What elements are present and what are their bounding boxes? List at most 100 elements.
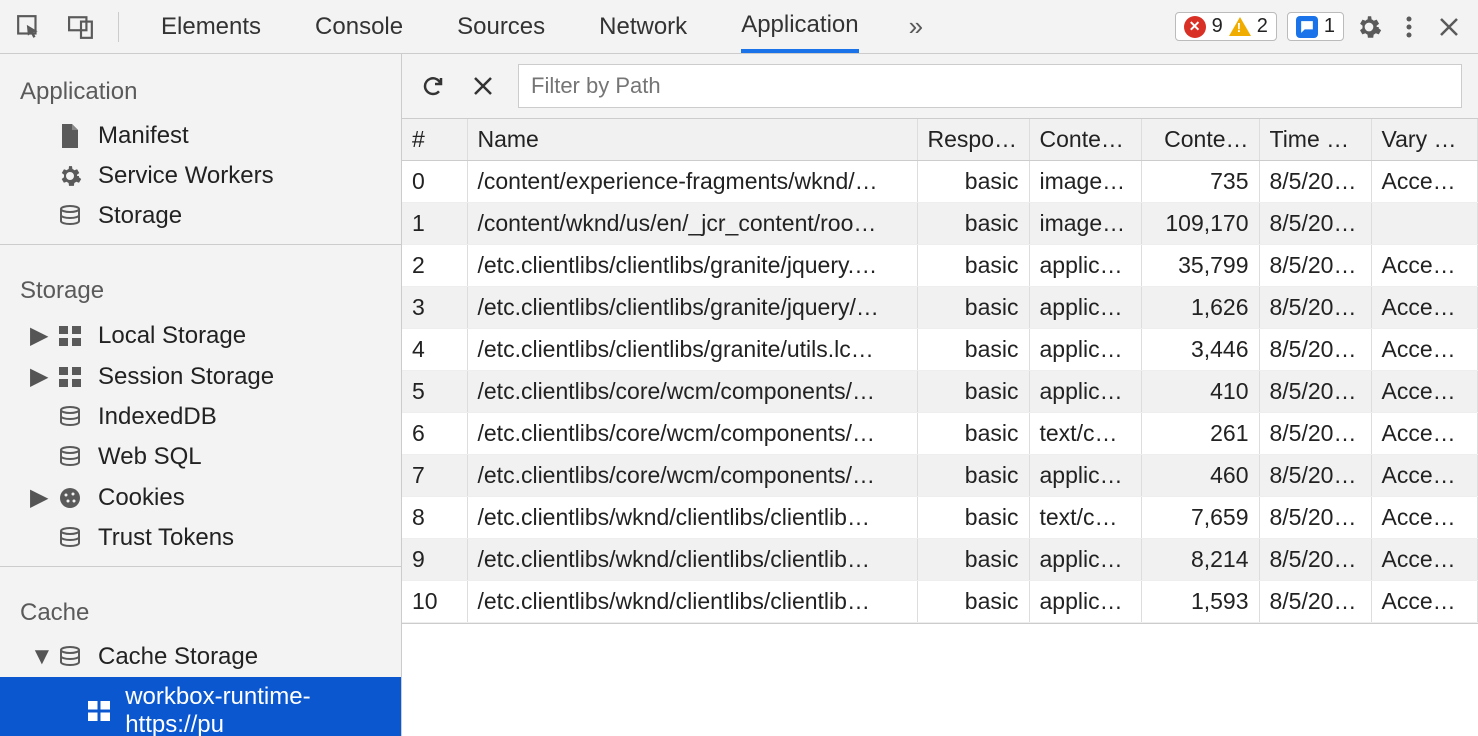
table-row[interactable]: 4/etc.clientlibs/clientlibs/granite/util… <box>402 329 1478 371</box>
cell-time: 8/5/20… <box>1259 329 1371 371</box>
sidebar-label: Cache Storage <box>98 643 258 671</box>
cell-content-length: 3,446 <box>1141 329 1259 371</box>
sidebar-label: Trust Tokens <box>98 524 234 552</box>
collapse-arrow-icon[interactable]: ▼ <box>30 643 42 671</box>
settings-icon[interactable] <box>1354 12 1384 42</box>
cell-content-length: 109,170 <box>1141 203 1259 245</box>
cell-response: basic <box>917 161 1029 203</box>
cell-content-type: text/c… <box>1029 413 1141 455</box>
cell-content-type: image… <box>1029 203 1141 245</box>
tab-sources[interactable]: Sources <box>457 2 545 51</box>
more-options-icon[interactable] <box>1394 12 1424 42</box>
cell-content-length: 735 <box>1141 161 1259 203</box>
sidebar-item-cookies[interactable]: ▶ Cookies <box>0 477 401 518</box>
inspect-element-icon[interactable] <box>14 12 44 42</box>
cell-index: 5 <box>402 371 467 413</box>
col-content-length[interactable]: Conte… <box>1141 119 1259 161</box>
cell-name: /etc.clientlibs/clientlibs/granite/utils… <box>467 329 917 371</box>
sidebar-label: Manifest <box>98 122 189 150</box>
sidebar-label: Local Storage <box>98 322 246 350</box>
col-response[interactable]: Respo… <box>917 119 1029 161</box>
cell-response: basic <box>917 245 1029 287</box>
col-index[interactable]: # <box>402 119 467 161</box>
cell-content-type: text/c… <box>1029 497 1141 539</box>
file-icon <box>56 124 84 148</box>
cell-name: /etc.clientlibs/core/wcm/components/… <box>467 371 917 413</box>
table-row[interactable]: 10/etc.clientlibs/wknd/clientlibs/client… <box>402 581 1478 623</box>
cell-vary: Accep… <box>1371 455 1478 497</box>
col-vary[interactable]: Vary H… <box>1371 119 1478 161</box>
cell-content-length: 1,593 <box>1141 581 1259 623</box>
cell-vary <box>1371 203 1478 245</box>
toolbar-left: Elements Console Sources Network Applica… <box>14 0 923 53</box>
table-row[interactable]: 9/etc.clientlibs/wknd/clientlibs/clientl… <box>402 539 1478 581</box>
database-icon <box>56 527 84 549</box>
table-row[interactable]: 6/etc.clientlibs/core/wcm/components/…ba… <box>402 413 1478 455</box>
cell-content-type: applic… <box>1029 329 1141 371</box>
cache-table-wrap: # Name Respo… Conte… Conte… Time … Vary … <box>402 119 1478 623</box>
cell-content-type: applic… <box>1029 245 1141 287</box>
sidebar-item-trust-tokens[interactable]: Trust Tokens <box>0 518 401 558</box>
cell-vary: Accep… <box>1371 371 1478 413</box>
cell-response: basic <box>917 371 1029 413</box>
cell-time: 8/5/20… <box>1259 497 1371 539</box>
cell-content-length: 7,659 <box>1141 497 1259 539</box>
device-toolbar-icon[interactable] <box>66 12 96 42</box>
cell-time: 8/5/20… <box>1259 245 1371 287</box>
sidebar-label: Storage <box>98 202 182 230</box>
filter-input[interactable] <box>518 64 1462 108</box>
sidebar-item-manifest[interactable]: Manifest <box>0 116 401 156</box>
cell-content-type: applic… <box>1029 581 1141 623</box>
col-name[interactable]: Name <box>467 119 917 161</box>
issues-badge[interactable]: 1 <box>1287 12 1344 41</box>
cell-time: 8/5/20… <box>1259 413 1371 455</box>
sidebar-item-local-storage[interactable]: ▶ Local Storage <box>0 315 401 356</box>
tab-elements[interactable]: Elements <box>161 2 261 51</box>
sidebar-item-websql[interactable]: Web SQL <box>0 437 401 477</box>
error-count: 9 <box>1212 15 1223 38</box>
clear-icon[interactable] <box>468 71 498 101</box>
cell-response: basic <box>917 287 1029 329</box>
sidebar-item-session-storage[interactable]: ▶ Session Storage <box>0 356 401 397</box>
database-icon <box>56 205 84 227</box>
sidebar-item-indexeddb[interactable]: IndexedDB <box>0 397 401 437</box>
tab-network[interactable]: Network <box>599 2 687 51</box>
col-time[interactable]: Time … <box>1259 119 1371 161</box>
cell-index: 0 <box>402 161 467 203</box>
expand-arrow-icon[interactable]: ▶ <box>30 483 42 512</box>
tab-application[interactable]: Application <box>741 0 858 53</box>
cell-name: /etc.clientlibs/wknd/clientlibs/clientli… <box>467 497 917 539</box>
table-row[interactable]: 7/etc.clientlibs/core/wcm/components/…ba… <box>402 455 1478 497</box>
close-icon[interactable] <box>1434 12 1464 42</box>
details-pane <box>402 623 1478 736</box>
sidebar-item-cache-storage[interactable]: ▼ Cache Storage <box>0 637 401 677</box>
col-content-type[interactable]: Conte… <box>1029 119 1141 161</box>
sidebar-item-storage[interactable]: Storage <box>0 196 401 236</box>
expand-arrow-icon[interactable]: ▶ <box>30 321 42 350</box>
sidebar-item-service-workers[interactable]: Service Workers <box>0 156 401 196</box>
grid-icon <box>56 326 84 346</box>
section-application: Application <box>0 54 401 116</box>
expand-arrow-icon[interactable]: ▶ <box>30 362 42 391</box>
gear-icon <box>56 164 84 188</box>
table-row[interactable]: 3/etc.clientlibs/clientlibs/granite/jque… <box>402 287 1478 329</box>
cell-index: 6 <box>402 413 467 455</box>
table-row[interactable]: 0/content/experience-fragments/wknd/…bas… <box>402 161 1478 203</box>
sidebar-label: Session Storage <box>98 363 274 391</box>
table-row[interactable]: 5/etc.clientlibs/core/wcm/components/…ba… <box>402 371 1478 413</box>
more-tabs-icon[interactable]: » <box>909 11 923 42</box>
error-warning-badge[interactable]: ✕ 9 2 <box>1175 12 1277 41</box>
table-row[interactable]: 8/etc.clientlibs/wknd/clientlibs/clientl… <box>402 497 1478 539</box>
cell-vary: Accep… <box>1371 287 1478 329</box>
cell-index: 7 <box>402 455 467 497</box>
tab-console[interactable]: Console <box>315 2 403 51</box>
main-layout: Application Manifest Service Workers Sto… <box>0 54 1478 736</box>
table-row[interactable]: 1/content/wknd/us/en/_jcr_content/roo…ba… <box>402 203 1478 245</box>
sidebar-item-workbox-runtime[interactable]: workbox-runtime-https://pu <box>0 677 401 736</box>
cell-content-length: 8,214 <box>1141 539 1259 581</box>
cell-name: /etc.clientlibs/wknd/clientlibs/clientli… <box>467 539 917 581</box>
table-row[interactable]: 2/etc.clientlibs/clientlibs/granite/jque… <box>402 245 1478 287</box>
cell-vary: Accep… <box>1371 497 1478 539</box>
refresh-icon[interactable] <box>418 71 448 101</box>
cell-index: 1 <box>402 203 467 245</box>
